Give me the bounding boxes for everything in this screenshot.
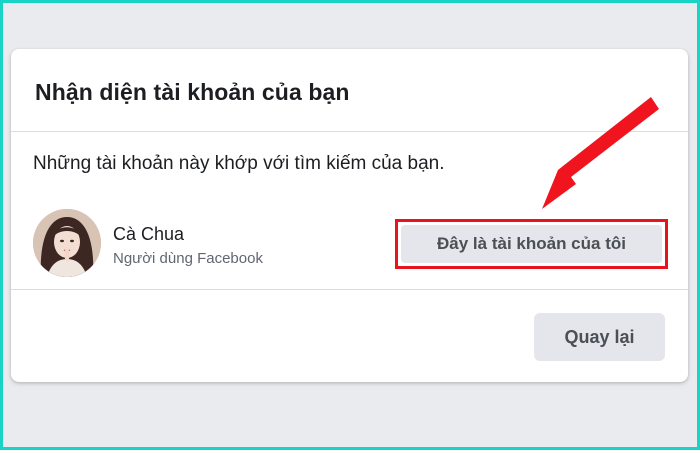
avatar <box>33 209 101 277</box>
this-is-my-account-button[interactable]: Đây là tài khoản của tôi <box>401 225 662 263</box>
dialog-title: Nhận diện tài khoản của bạn <box>35 79 350 105</box>
header-divider <box>11 131 688 132</box>
account-name[interactable]: Cà Chua <box>113 224 184 245</box>
avatar-image <box>33 209 101 277</box>
footer-divider <box>11 289 688 290</box>
dialog-description: Những tài khoản này khớp với tìm kiếm củ… <box>33 153 445 174</box>
identify-account-dialog: Nhận diện tài khoản của bạn Những tài kh… <box>11 49 688 382</box>
screenshot-frame: Nhận diện tài khoản của bạn Những tài kh… <box>0 0 700 450</box>
back-button[interactable]: Quay lại <box>534 313 665 361</box>
account-subtitle: Người dùng Facebook <box>113 250 263 267</box>
